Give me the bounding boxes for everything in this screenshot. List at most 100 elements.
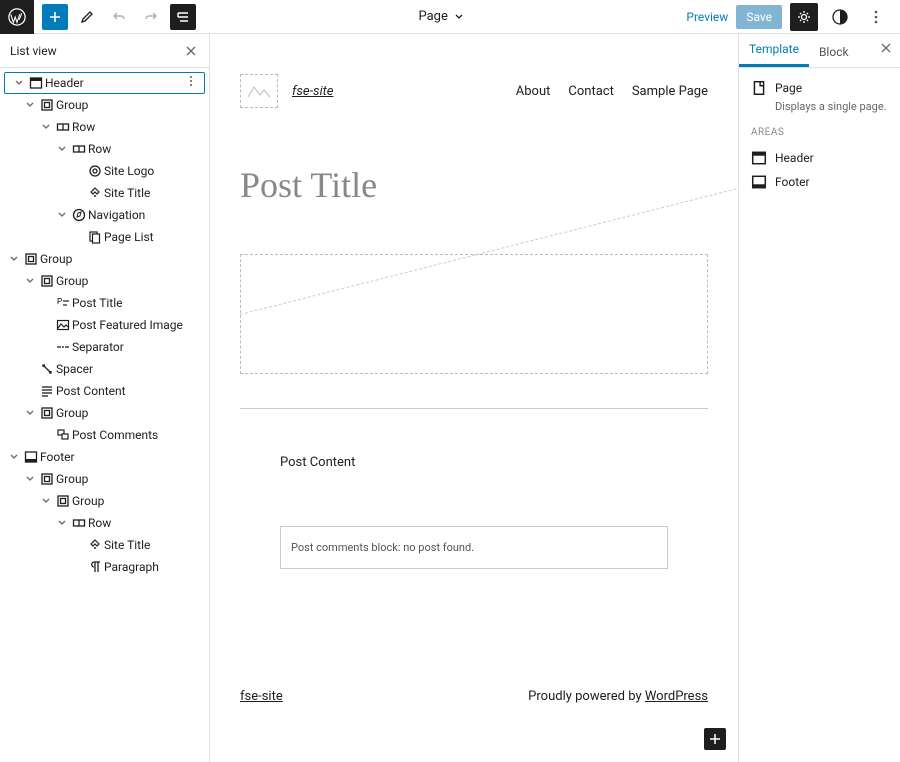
tree-item-spacer[interactable]: Spacer bbox=[0, 358, 209, 380]
tree-item-label: Post Comments bbox=[72, 428, 158, 442]
row-icon bbox=[54, 120, 72, 134]
tree-item-group[interactable]: Group bbox=[0, 490, 209, 512]
edit-tool-button[interactable] bbox=[74, 4, 100, 30]
toggle-icon[interactable] bbox=[38, 122, 54, 132]
document-type-dropdown[interactable]: Page bbox=[196, 9, 686, 24]
nav-icon bbox=[70, 208, 88, 222]
tree-item-row[interactable]: Row bbox=[0, 138, 209, 160]
tree-item-group[interactable]: Group bbox=[0, 270, 209, 292]
tree-item-label: Group bbox=[72, 494, 104, 508]
list-view-toggle-button[interactable] bbox=[170, 4, 196, 30]
site-title-link[interactable]: fse-site bbox=[292, 84, 333, 99]
plus-icon bbox=[47, 9, 63, 25]
area-label: Header bbox=[775, 151, 814, 165]
tree-item-row[interactable]: Row bbox=[0, 116, 209, 138]
toggle-icon[interactable] bbox=[6, 452, 22, 462]
wordpress-link[interactable]: WordPress bbox=[645, 689, 708, 704]
tree-item-postcontent[interactable]: Post Content bbox=[0, 380, 209, 402]
post-featured-image-block[interactable] bbox=[240, 254, 708, 374]
tree-item-posttitle[interactable]: Post Title bbox=[0, 292, 209, 314]
nav-link[interactable]: Sample Page bbox=[632, 84, 708, 99]
toggle-icon[interactable] bbox=[54, 210, 70, 220]
tree-item-label: Row bbox=[88, 142, 111, 156]
tree-item-more-button[interactable] bbox=[184, 74, 198, 92]
tree-item-label: Row bbox=[88, 516, 111, 530]
undo-button[interactable] bbox=[106, 4, 132, 30]
styles-icon bbox=[831, 8, 849, 26]
more-options-button[interactable] bbox=[862, 3, 890, 31]
separator-block[interactable] bbox=[240, 408, 708, 409]
toggle-icon[interactable] bbox=[38, 496, 54, 506]
template-description: Displays a single page. bbox=[775, 100, 888, 113]
nav-link[interactable]: Contact bbox=[568, 84, 613, 99]
tree-item-label: Site Logo bbox=[104, 164, 154, 178]
post-content-block[interactable]: Post Content bbox=[240, 455, 708, 470]
settings-button[interactable] bbox=[790, 3, 818, 31]
tree-item-featured[interactable]: Post Featured Image bbox=[0, 314, 209, 336]
group-icon bbox=[38, 274, 56, 288]
tree-item-pagelist[interactable]: Page List bbox=[0, 226, 209, 248]
styles-button[interactable] bbox=[826, 3, 854, 31]
tree-item-footer[interactable]: Footer bbox=[0, 446, 209, 468]
redo-button[interactable] bbox=[138, 4, 164, 30]
list-view-icon bbox=[175, 9, 191, 25]
toggle-icon[interactable] bbox=[22, 474, 38, 484]
tree-item-label: Group bbox=[56, 274, 88, 288]
toggle-icon[interactable] bbox=[54, 144, 70, 154]
tree-item-label: Footer bbox=[40, 450, 75, 464]
tree-item-group[interactable]: Group bbox=[0, 402, 209, 424]
tree-item-label: Separator bbox=[72, 340, 124, 354]
group-icon bbox=[38, 98, 56, 112]
nav-link[interactable]: About bbox=[516, 84, 551, 99]
pencil-icon bbox=[79, 9, 95, 25]
close-list-view-button[interactable] bbox=[183, 43, 199, 59]
toggle-icon[interactable] bbox=[54, 518, 70, 528]
tree-item-paragraph[interactable]: Paragraph bbox=[0, 556, 209, 578]
save-button[interactable]: Save bbox=[736, 5, 782, 29]
post-comments-block[interactable]: Post comments block: no post found. bbox=[280, 526, 668, 569]
tab-template[interactable]: Template bbox=[739, 34, 809, 67]
editor-canvas[interactable]: fse-site About Contact Sample Page Post Ti… bbox=[210, 34, 738, 762]
tree-item-separator[interactable]: Separator bbox=[0, 336, 209, 358]
toggle-icon[interactable] bbox=[22, 100, 38, 110]
tree-item-nav[interactable]: Navigation bbox=[0, 204, 209, 226]
area-header[interactable]: Header bbox=[751, 146, 888, 170]
add-block-fab[interactable] bbox=[704, 728, 726, 750]
tab-block[interactable]: Block bbox=[809, 37, 859, 67]
wordpress-logo-button[interactable] bbox=[0, 0, 34, 34]
separator-icon bbox=[54, 340, 72, 354]
tree-item-sitelogo[interactable]: Site Logo bbox=[0, 160, 209, 182]
post-title-block[interactable]: Post Title bbox=[240, 164, 708, 206]
tree-item-label: Navigation bbox=[88, 208, 145, 222]
more-vertical-icon bbox=[868, 9, 884, 25]
toggle-icon[interactable] bbox=[22, 408, 38, 418]
row-icon bbox=[70, 516, 88, 530]
site-logo-placeholder[interactable] bbox=[240, 74, 278, 108]
toggle-icon[interactable] bbox=[22, 276, 38, 286]
posttitle-icon bbox=[54, 296, 72, 310]
tree-item-label: Post Title bbox=[72, 296, 122, 310]
tree-item-comments[interactable]: Post Comments bbox=[0, 424, 209, 446]
toggle-icon[interactable] bbox=[6, 254, 22, 264]
preview-button[interactable]: Preview bbox=[686, 10, 728, 24]
tree-item-label: Header bbox=[45, 76, 84, 90]
tree-item-header[interactable]: Header bbox=[4, 72, 205, 94]
block-inserter-button[interactable] bbox=[42, 4, 68, 30]
image-placeholder-icon bbox=[247, 82, 271, 100]
tree-item-row[interactable]: Row bbox=[0, 512, 209, 534]
toggle-icon[interactable] bbox=[11, 78, 27, 88]
tree-item-group[interactable]: Group bbox=[0, 468, 209, 490]
tree-item-group[interactable]: Group bbox=[0, 94, 209, 116]
tree-item-sitetitle[interactable]: Site Title bbox=[0, 534, 209, 556]
tree-item-sitetitle[interactable]: Site Title bbox=[0, 182, 209, 204]
site-header: fse-site About Contact Sample Page bbox=[240, 74, 708, 108]
comments-icon bbox=[54, 428, 72, 442]
footer-site-title[interactable]: fse-site bbox=[240, 689, 283, 704]
tree-item-label: Paragraph bbox=[104, 560, 159, 574]
close-inspector-button[interactable] bbox=[880, 42, 892, 58]
close-icon bbox=[880, 42, 892, 54]
tree-item-label: Group bbox=[40, 252, 72, 266]
tree-item-group[interactable]: Group bbox=[0, 248, 209, 270]
area-footer[interactable]: Footer bbox=[751, 170, 888, 194]
list-view-panel: List view HeaderGroupRowRowSite LogoSite… bbox=[0, 34, 210, 762]
